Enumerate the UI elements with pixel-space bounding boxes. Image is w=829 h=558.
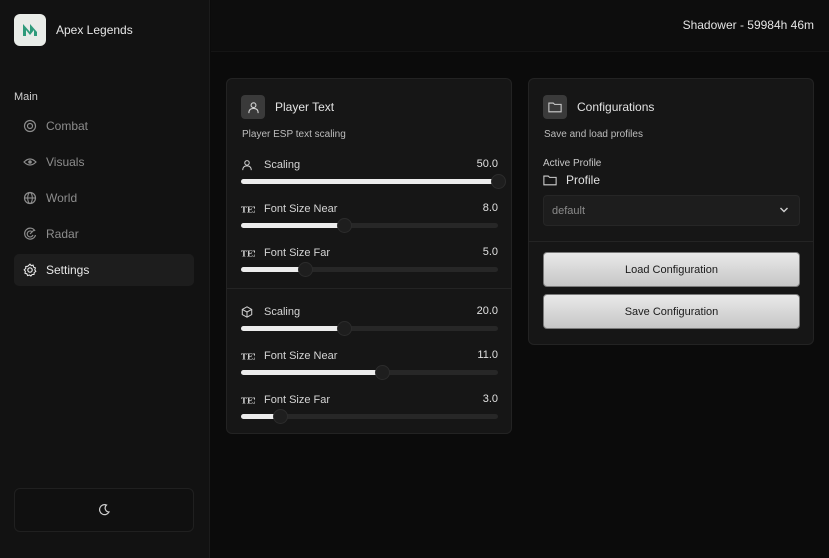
- configurations-card: Configurations Save and load profiles Ac…: [528, 78, 814, 345]
- divider: [529, 241, 813, 242]
- slider-fill: [241, 223, 344, 228]
- folder-icon: [543, 174, 557, 186]
- slider-label: Font Size Near: [264, 203, 338, 215]
- slider-label-wrap: TEX Font Size Far: [241, 246, 498, 260]
- slider-value: 11.0: [477, 349, 498, 361]
- sidebar-item-settings[interactable]: Settings: [14, 254, 194, 286]
- radar-icon: [23, 227, 37, 241]
- chevron-down-icon: [779, 206, 789, 214]
- sidebar-item-world[interactable]: World: [14, 182, 194, 214]
- user-icon: [241, 95, 265, 119]
- slider-thumb[interactable]: [336, 321, 352, 336]
- sidebar-item-label: Radar: [46, 227, 79, 241]
- sidebar-item-visuals[interactable]: Visuals: [14, 146, 194, 178]
- slider-label-wrap: Scaling: [241, 305, 498, 319]
- sidebar-nav: Combat Visuals World Radar Settings: [14, 110, 194, 290]
- user-status: Shadower - 59984h 46m: [682, 18, 814, 32]
- slider-row: TEX Font Size Far 5.0: [241, 246, 498, 282]
- slider-track[interactable]: [241, 409, 498, 424]
- card-header: Configurations: [543, 95, 654, 119]
- target-icon: [23, 119, 37, 133]
- slider-row: TEX Font Size Far 3.0: [241, 393, 498, 429]
- nav-section-label: Main: [14, 91, 38, 103]
- slider-fill: [241, 370, 383, 375]
- cube-icon: [241, 305, 255, 319]
- slider-value: 8.0: [482, 202, 498, 214]
- brand: Apex Legends: [14, 14, 133, 46]
- user-icon: [241, 158, 255, 172]
- card-subtitle: Save and load profiles: [544, 129, 643, 140]
- slider-value: 20.0: [476, 305, 498, 317]
- sidebar-item-label: Visuals: [46, 155, 85, 169]
- moon-icon: [97, 503, 111, 517]
- slider-label-wrap: TEX Font Size Far: [241, 393, 498, 407]
- slider-label-wrap: Scaling: [241, 158, 498, 172]
- gear-icon: [23, 263, 37, 277]
- profile-label: Profile: [566, 173, 601, 187]
- slider-value: 3.0: [482, 393, 498, 405]
- slider-track[interactable]: [241, 218, 498, 233]
- card-title: Player Text: [275, 100, 335, 114]
- tex-icon: TEX: [241, 393, 255, 407]
- svg-text:TEX: TEX: [241, 397, 255, 406]
- slider-track[interactable]: [241, 321, 498, 336]
- slider-label-wrap: TEX Font Size Near: [241, 202, 498, 216]
- sidebar-item-label: Settings: [46, 263, 90, 277]
- slider-fill: [241, 326, 344, 331]
- slider-fill: [241, 179, 498, 184]
- tex-icon: TEX: [241, 349, 255, 363]
- svg-text:TEX: TEX: [241, 353, 255, 362]
- folder-icon: [543, 95, 567, 119]
- sidebar: Apex Legends Main Combat Visuals World R…: [0, 0, 210, 558]
- slider-row: Scaling 50.0: [241, 158, 506, 194]
- save-configuration-button[interactable]: Save Configuration: [543, 294, 800, 329]
- sidebar-item-label: Combat: [46, 119, 89, 133]
- globe-icon: [23, 191, 37, 205]
- slider-track[interactable]: [241, 262, 498, 277]
- slider-row: Scaling 20.0: [241, 305, 498, 341]
- profile-select[interactable]: default: [543, 195, 800, 226]
- slider-label: Font Size Far: [264, 247, 331, 259]
- slider-track[interactable]: [241, 174, 506, 189]
- slider-thumb[interactable]: [375, 365, 391, 380]
- active-profile-label: Active Profile: [543, 158, 602, 169]
- slider-row: TEX Font Size Near 11.0: [241, 349, 498, 385]
- slider-label: Font Size Far: [264, 394, 331, 406]
- top-bar: Shadower - 59984h 46m: [211, 0, 829, 52]
- slider-track[interactable]: [241, 365, 498, 380]
- slider-thumb[interactable]: [298, 262, 314, 277]
- slider-label: Font Size Near: [264, 350, 338, 362]
- profile-heading: Profile: [543, 173, 600, 187]
- sidebar-item-combat[interactable]: Combat: [14, 110, 194, 142]
- divider: [227, 288, 511, 289]
- player-text-card: Player Text Player ESP text scaling Scal…: [226, 78, 512, 434]
- slider-thumb[interactable]: [272, 409, 288, 424]
- slider-thumb[interactable]: [491, 174, 506, 189]
- slider-fill: [241, 267, 306, 272]
- card-header: Player Text: [241, 95, 334, 119]
- sidebar-item-radar[interactable]: Radar: [14, 218, 194, 250]
- app-title: Apex Legends: [56, 23, 133, 37]
- slider-thumb[interactable]: [336, 218, 352, 233]
- card-subtitle: Player ESP text scaling: [242, 129, 346, 140]
- slider-label: Scaling: [264, 159, 301, 171]
- theme-toggle-button[interactable]: [14, 488, 194, 532]
- slider-label-wrap: TEX Font Size Near: [241, 349, 498, 363]
- card-title: Configurations: [577, 100, 655, 114]
- slider-label: Scaling: [264, 306, 301, 318]
- profile-select-value: default: [552, 204, 586, 217]
- slider-value: 50.0: [476, 158, 498, 170]
- sidebar-item-label: World: [46, 191, 78, 205]
- eye-icon: [23, 155, 37, 169]
- tex-icon: TEX: [241, 246, 255, 260]
- tex-icon: TEX: [241, 202, 255, 216]
- svg-text:TEX: TEX: [241, 206, 255, 215]
- app-logo-icon: [14, 14, 46, 46]
- slider-value: 5.0: [482, 246, 498, 258]
- load-configuration-button[interactable]: Load Configuration: [543, 252, 800, 287]
- svg-text:TEX: TEX: [241, 250, 255, 259]
- slider-row: TEX Font Size Near 8.0: [241, 202, 498, 238]
